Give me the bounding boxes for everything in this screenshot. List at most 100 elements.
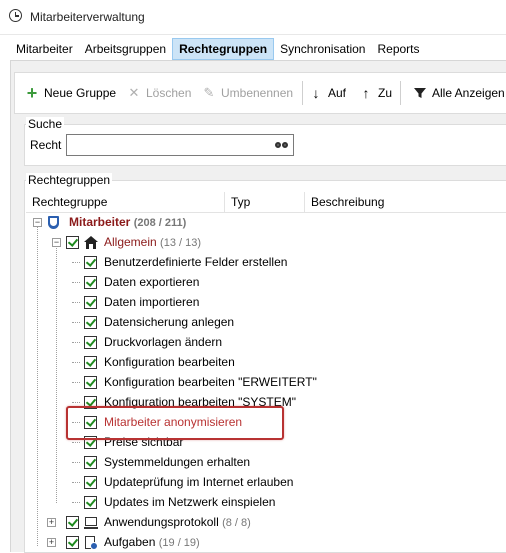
delete-label: Löschen (146, 86, 192, 100)
list-item[interactable]: Updateprüfung im Internet erlauben (0, 472, 506, 492)
item-checkbox[interactable] (84, 476, 97, 489)
item-label: Konfiguration bearbeiten (104, 355, 235, 369)
list-item[interactable]: Systemmeldungen erhalten (0, 452, 506, 472)
rename-icon: ✎ (203, 85, 215, 100)
item-label: Updateprüfung im Internet erlauben (104, 475, 294, 489)
item-checkbox[interactable] (84, 376, 97, 389)
tab-arbeitsgruppen[interactable]: Arbeitsgruppen (79, 38, 172, 60)
sort-up-button[interactable]: ↓ Auf (309, 83, 347, 103)
tab-rechtegruppen[interactable]: Rechtegruppen (172, 38, 275, 60)
search-field-label: Recht (30, 138, 62, 152)
item-checkbox[interactable] (84, 456, 97, 469)
item-checkbox[interactable] (84, 276, 97, 289)
anwendungsprotokoll-label: Anwendungsprotokoll (104, 515, 219, 529)
mitarbeiter-count: (208 / 211) (133, 217, 187, 229)
collapse-icon[interactable]: − (52, 238, 61, 247)
toolbar-separator (400, 81, 401, 105)
tree-line (72, 442, 80, 443)
list-item[interactable]: Druckvorlagen ändern (0, 332, 506, 352)
aufgaben-count: (19 / 19) (158, 537, 200, 549)
list-item[interactable]: Konfiguration bearbeiten "ERWEITERT" (0, 372, 506, 392)
mitarbeiter-label: Mitarbeiter (69, 215, 131, 229)
tree-node-label: Mitarbeiter (208 / 211) (69, 215, 186, 229)
tree-line (72, 342, 80, 343)
tree-node-label: Aufgaben (19 / 19) (104, 535, 200, 549)
tree-line (72, 462, 80, 463)
rename-label: Umbenennen (221, 86, 294, 100)
delete-button[interactable]: ✕ Löschen (127, 83, 192, 103)
tree-line (72, 282, 80, 283)
tree-line (72, 262, 80, 263)
list-item[interactable]: Konfiguration bearbeiten (0, 352, 506, 372)
item-label: Druckvorlagen ändern (104, 335, 223, 349)
aufgaben-checkbox[interactable] (66, 536, 79, 549)
item-label: Daten importieren (104, 295, 200, 309)
item-label: Daten exportieren (104, 275, 200, 289)
item-label: Benutzerdefinierte Felder erstellen (104, 255, 288, 269)
allgemein-checkbox[interactable] (66, 236, 79, 249)
item-checkbox[interactable] (84, 296, 97, 309)
tree-line (72, 302, 80, 303)
new-group-label: Neue Gruppe (44, 86, 117, 100)
plus-icon: + (26, 83, 38, 103)
search-input[interactable] (66, 134, 294, 156)
search-group-label: Suche (26, 117, 65, 131)
tree-node-mitarbeiter[interactable]: − Mitarbeiter (208 / 211) (0, 212, 506, 232)
binoculars-icon[interactable] (275, 139, 289, 151)
show-all-label: Alle Anzeigen (432, 86, 505, 100)
tree-line (72, 362, 80, 363)
expand-icon[interactable]: + (47, 518, 56, 527)
sort-down-button[interactable]: ↑ Zu (359, 83, 393, 103)
show-all-button[interactable]: Alle Anzeigen (413, 83, 505, 103)
highlight-annotation (66, 406, 284, 440)
allgemein-label: Allgemein (104, 235, 157, 249)
column-divider[interactable] (224, 192, 225, 212)
item-label: Konfiguration bearbeiten "ERWEITERT" (104, 375, 317, 389)
column-divider[interactable] (304, 192, 305, 212)
tab-mitarbeiter[interactable]: Mitarbeiter (10, 38, 79, 60)
home-icon (84, 236, 98, 250)
item-checkbox[interactable] (84, 336, 97, 349)
clock-icon (9, 9, 22, 22)
tab-reports[interactable]: Reports (371, 38, 425, 60)
item-label: Systemmeldungen erhalten (104, 455, 251, 469)
tree-line (72, 502, 80, 503)
laptop-icon (84, 517, 98, 531)
tree-node-aufgaben[interactable]: + Aufgaben (19 / 19) (0, 532, 506, 552)
aufgaben-label: Aufgaben (104, 535, 156, 549)
anwendungsprotokoll-checkbox[interactable] (66, 516, 79, 529)
item-label: Datensicherung anlegen (104, 315, 235, 329)
item-checkbox[interactable] (84, 256, 97, 269)
tree-node-allgemein[interactable]: − Allgemein (13 / 13) (0, 232, 506, 252)
tree-header: Rechtegruppe Typ Beschreibung (26, 192, 506, 213)
list-item[interactable]: Daten importieren (0, 292, 506, 312)
toolbar: + Neue Gruppe ✕ Löschen ✎ Umbenennen ↓ A… (14, 72, 506, 114)
delete-icon: ✕ (128, 85, 140, 100)
tree-node-anwendungsprotokoll[interactable]: + Anwendungsprotokoll (8 / 8) (0, 512, 506, 532)
task-icon (84, 536, 98, 550)
new-group-button[interactable]: + Neue Gruppe (25, 83, 116, 103)
sort-up-arrow-icon: ↑ (362, 85, 370, 101)
collapse-icon[interactable]: − (33, 218, 42, 227)
tree-line (72, 322, 80, 323)
column-typ[interactable]: Typ (231, 195, 250, 209)
column-rechtegruppe[interactable]: Rechtegruppe (32, 195, 107, 209)
list-item[interactable]: Updates im Netzwerk einspielen (0, 492, 506, 512)
item-checkbox[interactable] (84, 316, 97, 329)
expand-icon[interactable]: + (47, 538, 56, 547)
item-checkbox[interactable] (84, 496, 97, 509)
tab-synchronisation[interactable]: Synchronisation (274, 38, 371, 60)
rename-button[interactable]: ✎ Umbenennen (202, 83, 294, 103)
sort-up-label: Auf (328, 86, 347, 100)
tree-node-label: Allgemein (13 / 13) (104, 235, 201, 249)
list-item[interactable]: Datensicherung anlegen (0, 312, 506, 332)
column-beschreibung[interactable]: Beschreibung (311, 195, 384, 209)
list-item[interactable]: Benutzerdefinierte Felder erstellen (0, 252, 506, 272)
list-item[interactable]: Daten exportieren (0, 272, 506, 292)
window-title: Mitarbeiterverwaltung (30, 10, 145, 24)
tree-node-label: Anwendungsprotokoll (8 / 8) (104, 515, 251, 529)
shield-icon (48, 216, 59, 229)
sort-down-label: Zu (378, 86, 393, 100)
item-checkbox[interactable] (84, 356, 97, 369)
item-label: Updates im Netzwerk einspielen (104, 495, 276, 509)
